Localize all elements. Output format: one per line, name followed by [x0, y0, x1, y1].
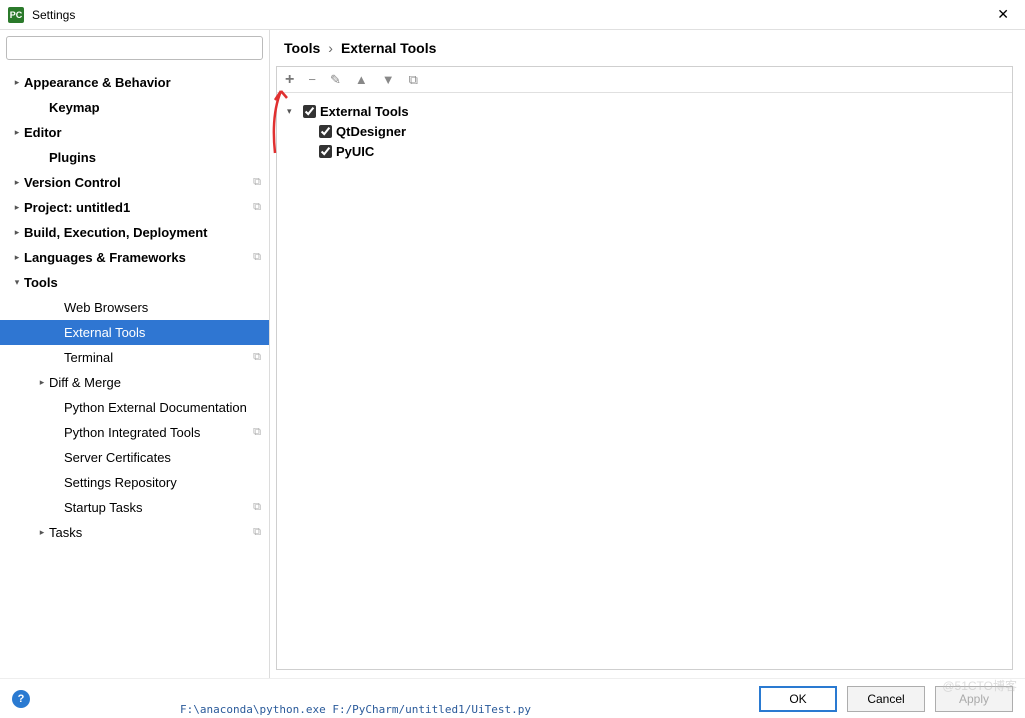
sidebar-item-label: Keymap [49, 100, 261, 115]
tool-row-qtdesigner[interactable]: QtDesigner [287, 121, 1002, 141]
chevron-icon[interactable] [10, 177, 24, 188]
sidebar-item[interactable]: Build, Execution, Deployment [0, 220, 269, 245]
scope-icon: ⧉ [253, 501, 261, 514]
sidebar-item[interactable]: Settings Repository [0, 470, 269, 495]
breadcrumb: Tools › External Tools [270, 30, 1025, 66]
chevron-icon[interactable] [10, 227, 24, 238]
sidebar-item[interactable]: Plugins [0, 145, 269, 170]
chevron-icon[interactable] [35, 377, 49, 388]
group-label: External Tools [320, 104, 409, 119]
sidebar-item-label: Build, Execution, Deployment [24, 225, 261, 240]
sidebar-item-label: Appearance & Behavior [24, 75, 261, 90]
sidebar-item[interactable]: Version Control ⧉ [0, 170, 269, 195]
tools-list: ▾ External Tools QtDesigner PyUIC [277, 93, 1012, 169]
sidebar-item[interactable]: Appearance & Behavior [0, 70, 269, 95]
sidebar-item[interactable]: Startup Tasks ⧉ [0, 495, 269, 520]
sidebar-item-label: Diff & Merge [49, 375, 261, 390]
sidebar-item[interactable]: Editor [0, 120, 269, 145]
ok-button[interactable]: OK [759, 686, 837, 712]
status-path: F:\anaconda\python.exe F:/PyCharm/untitl… [180, 703, 531, 716]
scope-icon: ⧉ [253, 176, 261, 189]
sidebar-item-label: Settings Repository [64, 475, 261, 490]
sidebar-item-label: Version Control [24, 175, 249, 190]
breadcrumb-sep: › [328, 40, 333, 56]
chevron-icon[interactable] [10, 277, 24, 288]
sidebar: 🔍 Appearance & Behavior Keymap Editor Plugi… [0, 30, 270, 678]
tool-label: PyUIC [336, 144, 374, 159]
sidebar-item[interactable]: Web Browsers [0, 295, 269, 320]
move-down-button[interactable]: ▼ [382, 72, 395, 87]
app-icon: PC [8, 7, 24, 23]
close-icon[interactable]: ✕ [989, 6, 1017, 23]
scope-icon: ⧉ [253, 426, 261, 439]
tool-row-pyuic[interactable]: PyUIC [287, 141, 1002, 161]
remove-button[interactable]: − [308, 72, 316, 87]
breadcrumb-current: External Tools [341, 40, 436, 56]
sidebar-item[interactable]: Python External Documentation [0, 395, 269, 420]
scope-icon: ⧉ [253, 201, 261, 214]
sidebar-item-label: Project: untitled1 [24, 200, 249, 215]
copy-button[interactable]: ⧉ [409, 72, 418, 88]
tool-label: QtDesigner [336, 124, 406, 139]
sidebar-item-label: Python Integrated Tools [64, 425, 249, 440]
edit-button[interactable]: ✎ [330, 72, 341, 88]
sidebar-item-label: Python External Documentation [64, 400, 261, 415]
search-wrap: 🔍 [0, 30, 269, 66]
scope-icon: ⧉ [253, 526, 261, 539]
sidebar-item[interactable]: Languages & Frameworks ⧉ [0, 245, 269, 270]
breadcrumb-root[interactable]: Tools [284, 40, 320, 56]
cancel-button[interactable]: Cancel [847, 686, 925, 712]
sidebar-item-label: Plugins [49, 150, 261, 165]
sidebar-item[interactable]: External Tools [0, 320, 269, 345]
chevron-icon[interactable] [10, 202, 24, 213]
scope-icon: ⧉ [253, 251, 261, 264]
chevron-icon[interactable] [10, 77, 24, 88]
chevron-icon[interactable] [10, 252, 24, 263]
sidebar-item-label: Startup Tasks [64, 500, 249, 515]
sidebar-item[interactable]: Project: untitled1 ⧉ [0, 195, 269, 220]
sidebar-item[interactable]: Tools [0, 270, 269, 295]
chevron-icon[interactable] [35, 527, 49, 538]
main-area: 🔍 Appearance & Behavior Keymap Editor Plugi… [0, 30, 1025, 678]
sidebar-item[interactable]: Terminal ⧉ [0, 345, 269, 370]
tool-checkbox[interactable] [319, 125, 332, 138]
sidebar-item-label: Editor [24, 125, 261, 140]
content-pane: Tools › External Tools + − ✎ ▲ ▼ ⧉ ▾ [270, 30, 1025, 678]
toolbar: + − ✎ ▲ ▼ ⧉ [277, 67, 1012, 93]
sidebar-item-label: Server Certificates [64, 450, 261, 465]
sidebar-item-label: Languages & Frameworks [24, 250, 249, 265]
sidebar-item[interactable]: Python Integrated Tools ⧉ [0, 420, 269, 445]
sidebar-item-label: External Tools [64, 325, 261, 340]
apply-button[interactable]: Apply [935, 686, 1013, 712]
search-input[interactable] [6, 36, 263, 60]
sidebar-item-label: Web Browsers [64, 300, 261, 315]
add-button[interactable]: + [285, 71, 294, 89]
move-up-button[interactable]: ▲ [355, 72, 368, 87]
sidebar-item-label: Terminal [64, 350, 249, 365]
scope-icon: ⧉ [253, 351, 261, 364]
external-tools-panel: + − ✎ ▲ ▼ ⧉ ▾ External Tools QtDesigner [276, 66, 1013, 670]
settings-tree[interactable]: Appearance & Behavior Keymap Editor Plugins… [0, 66, 269, 678]
sidebar-item[interactable]: Keymap [0, 95, 269, 120]
sidebar-item-label: Tasks [49, 525, 249, 540]
sidebar-item[interactable]: Server Certificates [0, 445, 269, 470]
window-title: Settings [32, 8, 989, 22]
sidebar-item[interactable]: Tasks ⧉ [0, 520, 269, 545]
tool-group-row[interactable]: ▾ External Tools [287, 101, 1002, 121]
titlebar: PC Settings ✕ [0, 0, 1025, 30]
help-button[interactable]: ? [12, 690, 30, 708]
group-checkbox[interactable] [303, 105, 316, 118]
chevron-down-icon[interactable]: ▾ [287, 106, 299, 117]
chevron-icon[interactable] [10, 127, 24, 138]
sidebar-item-label: Tools [24, 275, 261, 290]
sidebar-item[interactable]: Diff & Merge [0, 370, 269, 395]
tool-checkbox[interactable] [319, 145, 332, 158]
